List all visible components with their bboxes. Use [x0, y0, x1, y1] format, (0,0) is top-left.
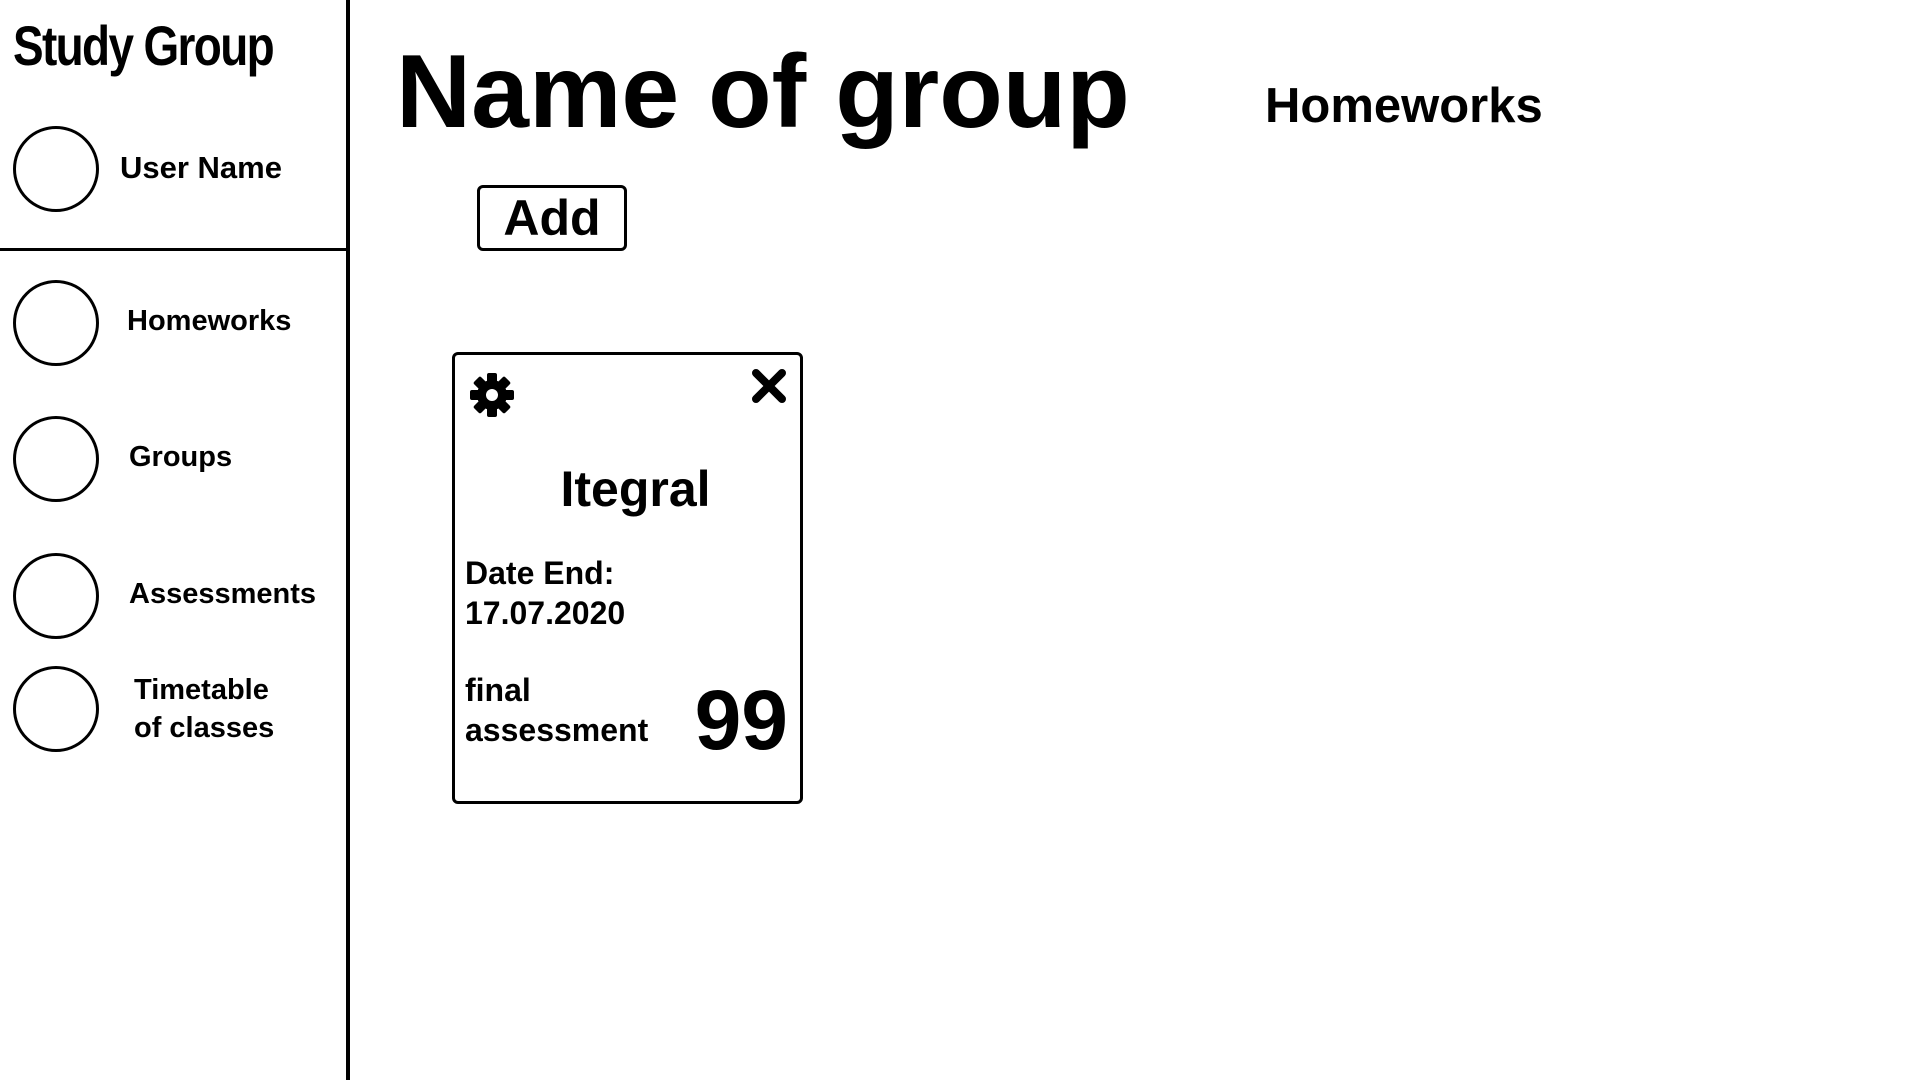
sidebar: Study Group User Name Homeworks Groups A…: [0, 0, 350, 1080]
sidebar-item-label: Homeworks: [127, 305, 292, 337]
groups-circle-icon: [13, 416, 99, 502]
final-assessment-label: assessment: [465, 712, 649, 748]
app-title: Study Group: [13, 14, 275, 77]
add-button[interactable]: Add: [477, 185, 627, 251]
gear-icon[interactable]: [466, 369, 518, 421]
page-title: Name of group: [396, 34, 1130, 150]
timetable-circle-icon: [13, 666, 99, 752]
sidebar-item-label: Timetable of classes: [134, 674, 275, 744]
app-root: Study Group User Name Homeworks Groups A…: [0, 0, 1920, 1080]
homework-card[interactable]: Itegral Date End: 17.07.2020 final asses…: [452, 352, 803, 804]
homeworks-circle-icon: [13, 280, 99, 366]
final-assessment-score: 99: [694, 673, 788, 767]
date-end-value: 17.07.2020: [465, 595, 626, 631]
sidebar-item-label: Assessments: [129, 578, 316, 610]
close-icon[interactable]: [750, 367, 788, 405]
section-title: Homeworks: [1265, 79, 1543, 133]
date-end-label: Date End:: [465, 555, 615, 591]
sidebar-item-homeworks[interactable]: Homeworks: [0, 280, 346, 380]
sidebar-item-groups[interactable]: Groups: [0, 416, 346, 516]
sidebar-item-assessments[interactable]: Assessments: [0, 553, 346, 653]
user-avatar[interactable]: [13, 126, 99, 212]
final-assessment-label: final: [465, 672, 531, 708]
sidebar-item-timetable[interactable]: Timetable of classes: [0, 666, 346, 766]
sidebar-divider: [0, 248, 350, 251]
card-title: Itegral: [560, 461, 711, 517]
assessments-circle-icon: [13, 553, 99, 639]
sidebar-item-label: Groups: [129, 441, 233, 473]
user-name[interactable]: User Name: [120, 150, 282, 186]
